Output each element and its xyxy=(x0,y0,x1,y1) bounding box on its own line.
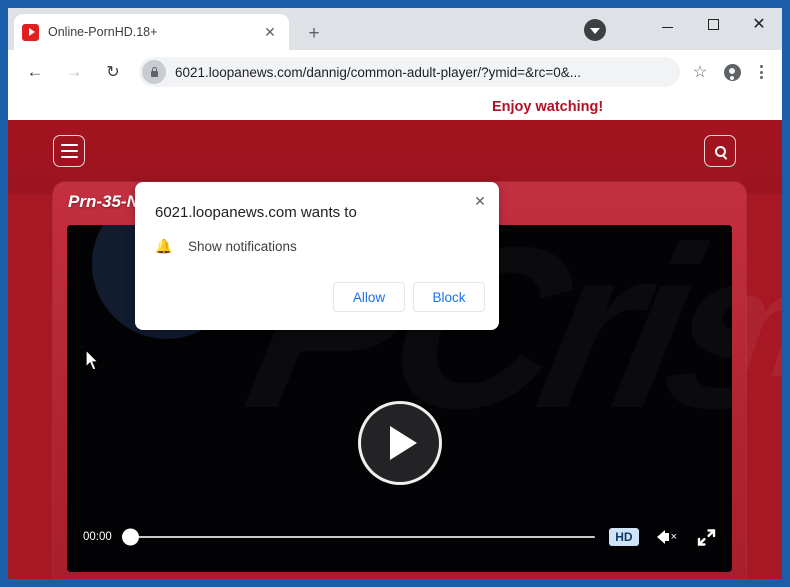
notification-permission-dialog: ✕ 6021.loopanews.com wants to 🔔 Show not… xyxy=(135,182,499,330)
hamburger-menu-icon[interactable] xyxy=(53,135,85,167)
window-close-button[interactable]: ✕ xyxy=(736,8,782,41)
progress-bar[interactable] xyxy=(121,527,596,547)
current-time-label: 00:00 xyxy=(83,531,112,543)
page-viewport: Enjoy watching! pcrisk.com Prn-35-N PCri… xyxy=(8,94,782,579)
browser-window: Online-PornHD.18+ ✕ + ✕ ← → ↻ 6021.loopa… xyxy=(8,8,782,579)
window-minimize-button[interactable] xyxy=(644,8,690,41)
progress-track xyxy=(123,535,596,539)
play-button[interactable] xyxy=(357,401,442,485)
page-top-strip: Enjoy watching! xyxy=(8,94,782,120)
search-icon[interactable] xyxy=(704,135,736,167)
dialog-actions: Allow Block xyxy=(333,282,485,312)
site-header xyxy=(8,120,782,182)
play-triangle-icon xyxy=(390,426,417,460)
address-bar[interactable]: 6021.loopanews.com/dannig/common-adult-p… xyxy=(139,57,680,87)
permission-label: Show notifications xyxy=(188,239,297,254)
three-dot-menu-icon[interactable] xyxy=(748,57,774,87)
youtube-play-icon xyxy=(22,23,39,41)
tab-title: Online-PornHD.18+ xyxy=(48,25,158,39)
profile-avatar-icon[interactable] xyxy=(718,58,746,86)
fullscreen-expand-icon[interactable] xyxy=(697,528,716,547)
volume-muted-icon[interactable]: × xyxy=(656,530,677,544)
window-maximize-button[interactable] xyxy=(690,8,736,41)
os-window-frame: Online-PornHD.18+ ✕ + ✕ ← → ↻ 6021.loopa… xyxy=(0,0,790,587)
tab-strip: Online-PornHD.18+ ✕ + ✕ xyxy=(8,8,782,50)
new-tab-button[interactable]: + xyxy=(300,20,328,48)
browser-toolbar: ← → ↻ 6021.loopanews.com/dannig/common-a… xyxy=(8,50,782,94)
reload-icon[interactable]: ↻ xyxy=(98,57,128,87)
chevron-down-icon[interactable] xyxy=(584,19,606,41)
video-title: Prn-35-N xyxy=(68,192,139,211)
block-button[interactable]: Block xyxy=(413,282,485,312)
permission-row: 🔔 Show notifications xyxy=(155,238,297,255)
bookmark-star-icon[interactable]: ☆ xyxy=(686,58,714,86)
close-icon[interactable]: ✕ xyxy=(469,190,491,212)
allow-button[interactable]: Allow xyxy=(333,282,405,312)
hd-quality-badge[interactable]: HD xyxy=(609,528,639,546)
forward-icon[interactable]: → xyxy=(59,57,89,87)
progress-handle[interactable] xyxy=(121,528,139,546)
back-icon[interactable]: ← xyxy=(20,57,50,87)
bell-icon: 🔔 xyxy=(155,238,173,254)
dialog-title: 6021.loopanews.com wants to xyxy=(155,204,357,221)
lock-icon[interactable] xyxy=(142,60,166,84)
close-icon[interactable]: ✕ xyxy=(259,21,281,43)
address-bar-url: 6021.loopanews.com/dannig/common-adult-p… xyxy=(175,64,581,80)
browser-tab[interactable]: Online-PornHD.18+ ✕ xyxy=(14,14,289,50)
player-controls: 00:00 HD × xyxy=(67,524,732,550)
enjoy-watching-banner: Enjoy watching! xyxy=(492,99,604,115)
